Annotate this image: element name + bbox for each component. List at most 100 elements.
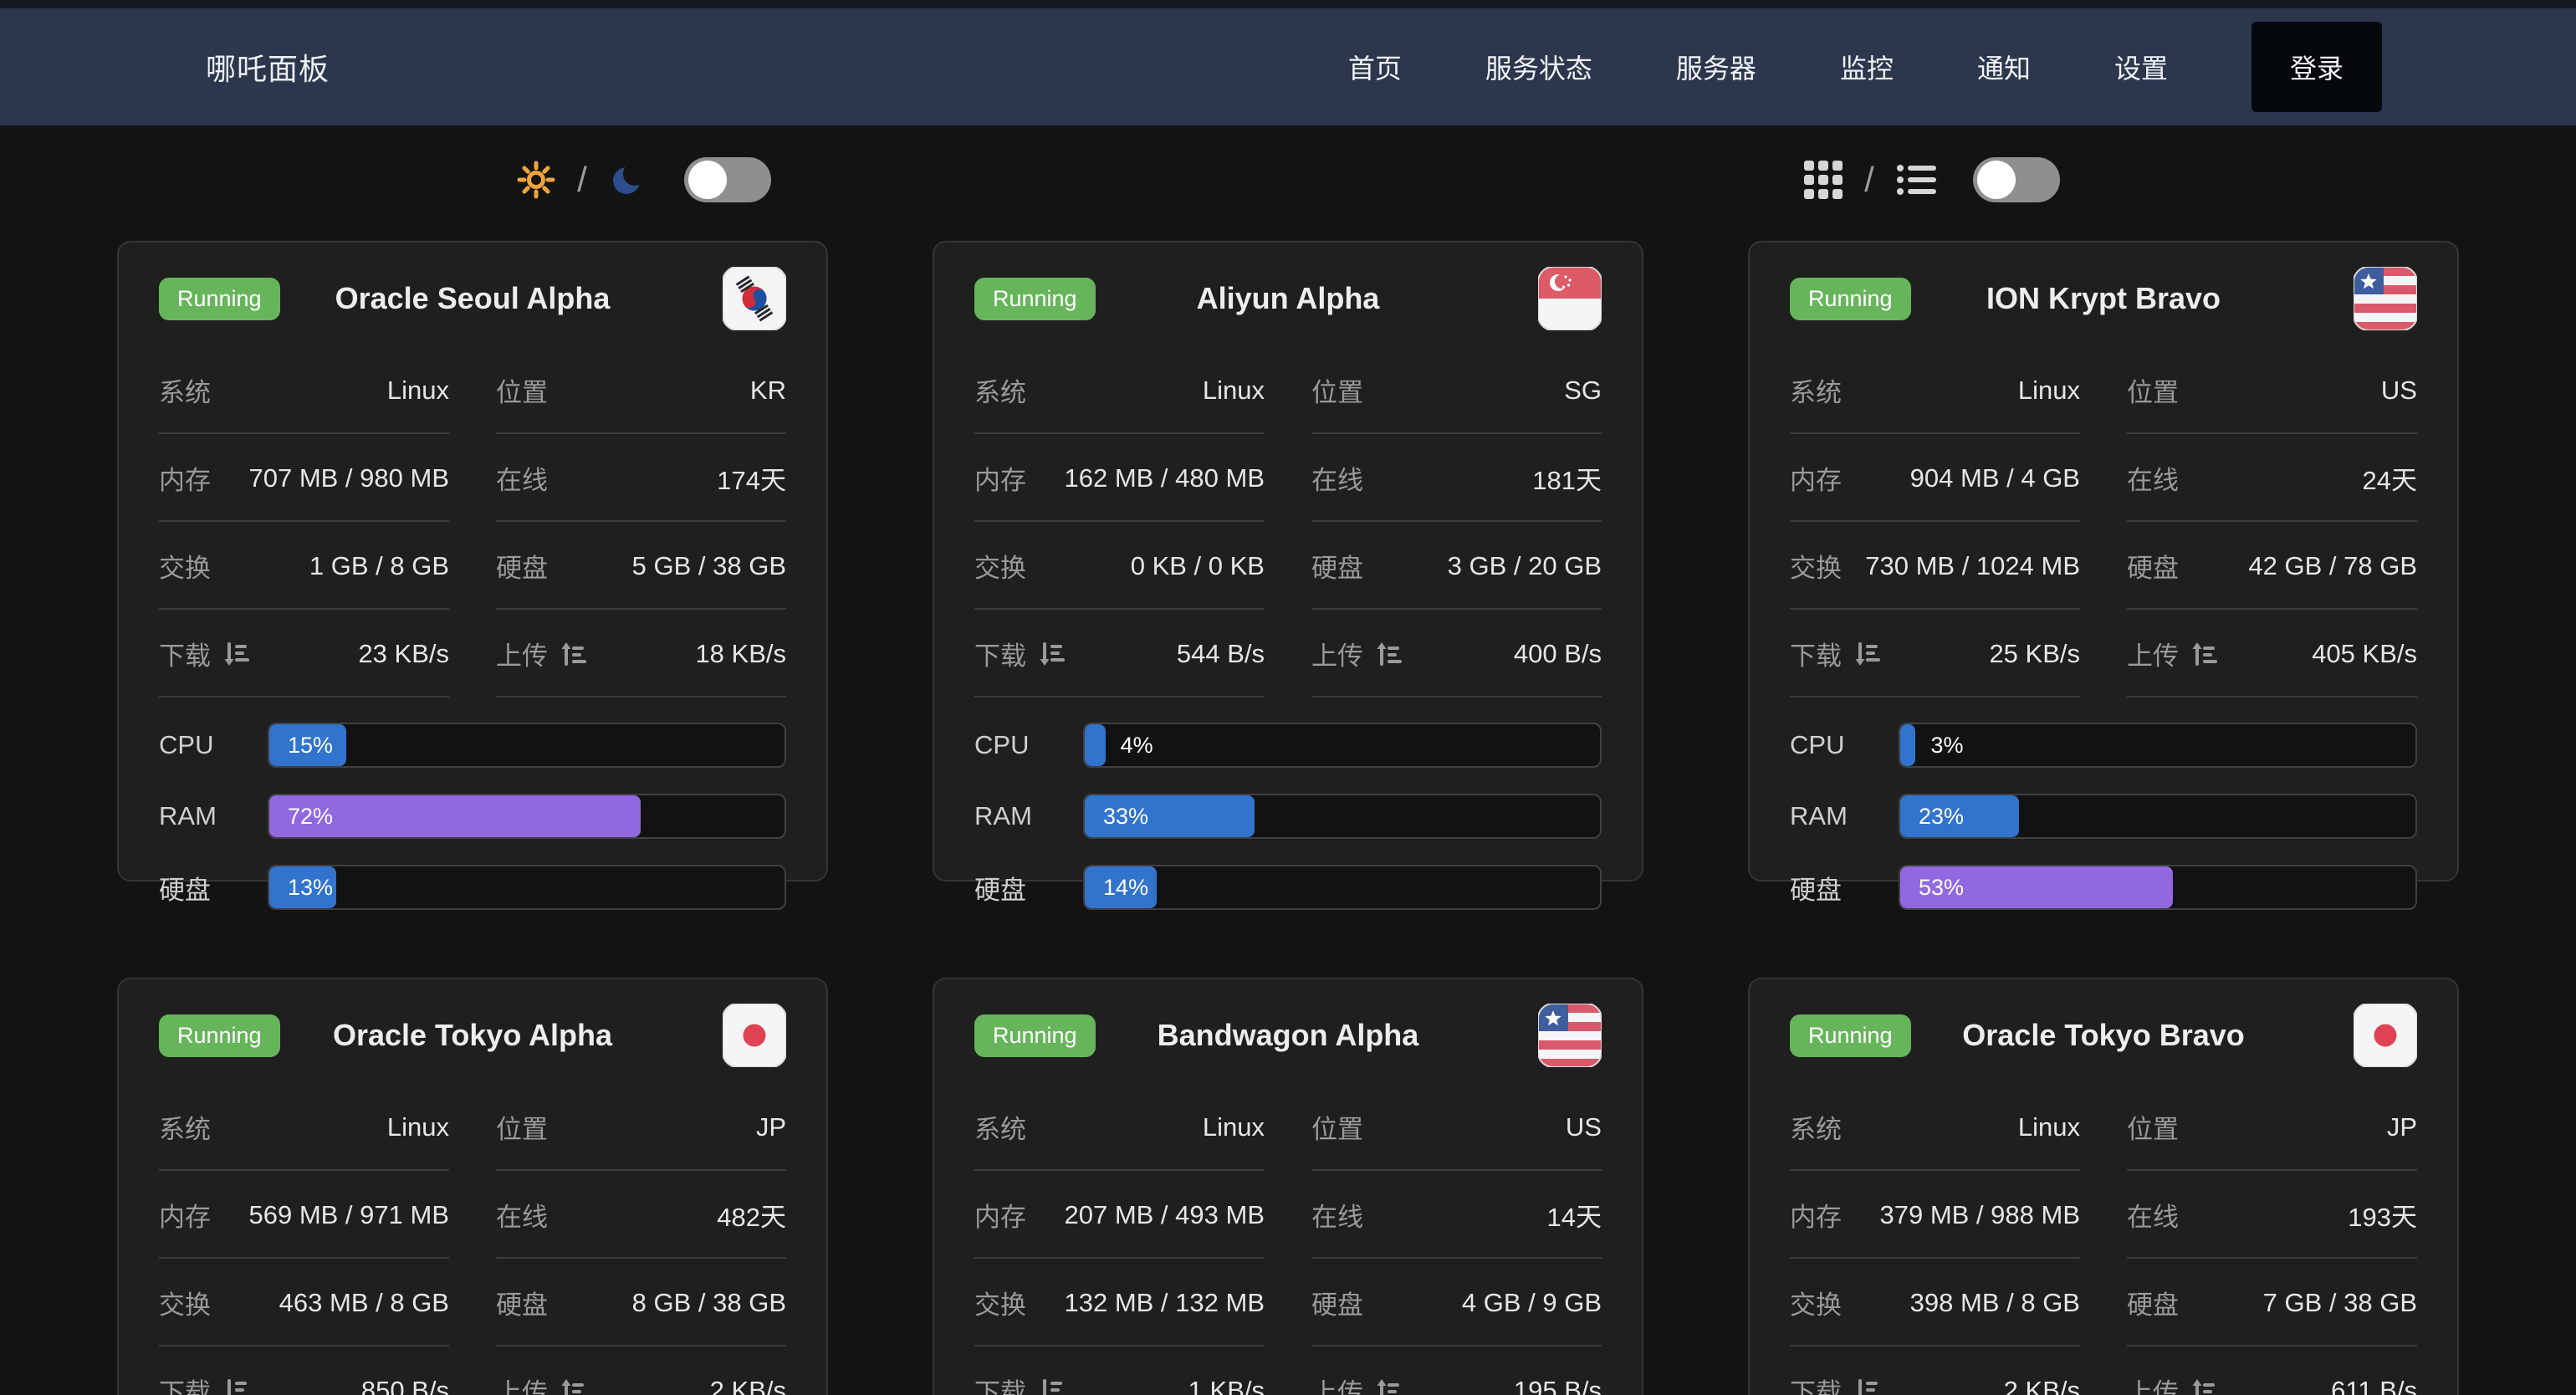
info-label: 硬盘 — [2127, 1284, 2179, 1321]
info-row-uptime: 在线 181天 — [1311, 434, 1602, 522]
info-row-disk: 硬盘 8 GB / 38 GB — [496, 1259, 786, 1346]
download-icon — [222, 1377, 249, 1395]
grid-view-icon — [1804, 161, 1843, 199]
status-badge: Running — [159, 1014, 280, 1057]
info-row-uptime: 在线 174天 — [496, 434, 786, 522]
progress-fill: 72% — [269, 795, 641, 837]
upload-icon — [560, 1377, 586, 1395]
login-button[interactable]: 登录 — [2251, 22, 2382, 112]
theme-switch[interactable] — [684, 157, 771, 202]
info-value: 398 MB / 8 GB — [1910, 1288, 2080, 1318]
info-row-memory: 内存 379 MB / 988 MB — [1790, 1171, 2080, 1259]
info-label: 内存 — [974, 459, 1026, 497]
info-value: 904 MB / 4 GB — [1910, 463, 2080, 493]
info-label: 系统 — [974, 371, 1026, 409]
net-row-download: 下载 544 B/s — [974, 610, 1265, 698]
info-row-swap: 交换 1 GB / 8 GB — [159, 522, 449, 610]
upload-icon — [2190, 640, 2217, 668]
info-grid: 系统 Linux 位置 JP 内存 569 MB / 971 MB 在线 482… — [159, 1083, 786, 1395]
info-value: 730 MB / 1024 MB — [1865, 551, 2080, 581]
progress-fill: 13% — [269, 866, 336, 908]
disk-bar-row: 硬盘 13% — [159, 865, 786, 910]
download-icon — [1038, 1377, 1065, 1395]
info-value: 5 GB / 38 GB — [632, 551, 786, 581]
info-label: 硬盘 — [496, 1284, 548, 1321]
info-label: 硬盘 — [1311, 547, 1363, 585]
brand-title[interactable]: 哪吒面板 — [206, 45, 330, 89]
info-label: 内存 — [1790, 459, 1842, 497]
country-flag-icon — [2354, 267, 2417, 330]
net-download-value: 850 B/s — [361, 1376, 449, 1395]
progress-track: 13% — [268, 865, 786, 910]
nav-item[interactable]: 服务器 — [1676, 48, 1756, 86]
status-badge: Running — [159, 278, 280, 320]
info-row-swap: 交换 730 MB / 1024 MB — [1790, 522, 2080, 610]
ram-bar-row: RAM 72% — [159, 794, 786, 839]
net-upload-label: 上传 — [1311, 635, 1363, 672]
info-label: 位置 — [1311, 371, 1363, 409]
info-row-memory: 内存 569 MB / 971 MB — [159, 1171, 449, 1259]
theme-switch-knob[interactable] — [688, 161, 727, 199]
theme-slash: / — [577, 160, 587, 200]
net-upload-label: 上传 — [2127, 1372, 2179, 1395]
info-row-memory: 内存 207 MB / 493 MB — [974, 1171, 1265, 1259]
info-row-uptime: 在线 14天 — [1311, 1171, 1602, 1259]
info-value: SG — [1564, 376, 1602, 406]
info-value: 132 MB / 132 MB — [1064, 1288, 1265, 1318]
info-row-uptime: 在线 482天 — [496, 1171, 786, 1259]
nav-item[interactable]: 服务状态 — [1485, 48, 1592, 86]
net-download-value: 544 B/s — [1177, 639, 1265, 669]
info-label: 硬盘 — [2127, 547, 2179, 585]
progress-track: 72% — [268, 794, 786, 839]
info-value: 174天 — [717, 459, 786, 497]
net-download-label: 下载 — [159, 1372, 211, 1395]
ram-bar-row: RAM 23% — [1790, 794, 2417, 839]
net-row-download: 下载 2 KB/s — [1790, 1346, 2080, 1395]
cpu-bar-row: CPU 4% — [974, 723, 1602, 768]
status-badge: Running — [1790, 1014, 1911, 1057]
info-grid: 系统 Linux 位置 US 内存 207 MB / 493 MB 在线 14天… — [974, 1083, 1602, 1395]
info-label: 在线 — [2127, 1196, 2179, 1234]
nav-item[interactable]: 设置 — [2114, 48, 2168, 86]
progress-fill — [1085, 724, 1106, 766]
progress-track: 4% — [1083, 723, 1602, 768]
net-upload-value: 18 KB/s — [695, 639, 786, 669]
nav-item[interactable]: 监控 — [1840, 48, 1894, 86]
view-toggle-group: / — [1288, 157, 2576, 202]
net-download-value: 2 KB/s — [2004, 1376, 2080, 1395]
server-card: Running ION Krypt Bravo 系统 Linux 位置 US 内… — [1748, 241, 2459, 881]
info-value: Linux — [1203, 376, 1265, 406]
view-switch[interactable] — [1973, 157, 2060, 202]
info-label: 位置 — [2127, 371, 2179, 409]
info-row-swap: 交换 0 KB / 0 KB — [974, 522, 1265, 610]
bar-label: 硬盘 — [974, 869, 1083, 907]
view-slash: / — [1864, 160, 1874, 200]
info-grid: 系统 Linux 位置 JP 内存 379 MB / 988 MB 在线 193… — [1790, 1083, 2417, 1395]
info-row-swap: 交换 132 MB / 132 MB — [974, 1259, 1265, 1346]
net-download-label: 下载 — [1790, 635, 1842, 672]
info-value: 42 GB / 78 GB — [2248, 551, 2417, 581]
net-upload-label: 上传 — [496, 1372, 548, 1395]
info-value: Linux — [2018, 1112, 2080, 1142]
status-badge: Running — [974, 278, 1096, 320]
info-row-location: 位置 JP — [2127, 1083, 2417, 1171]
info-row-location: 位置 JP — [496, 1083, 786, 1171]
net-upload-value: 400 B/s — [1514, 639, 1602, 669]
info-row-os: 系统 Linux — [159, 346, 449, 434]
net-download-label: 下载 — [974, 635, 1026, 672]
info-row-disk: 硬盘 7 GB / 38 GB — [2127, 1259, 2417, 1346]
info-grid: 系统 Linux 位置 KR 内存 707 MB / 980 MB 在线 174… — [159, 346, 786, 698]
net-download-value: 23 KB/s — [358, 639, 449, 669]
usage-bars: CPU 4% RAM 33% 硬盘 14% — [974, 723, 1602, 910]
moon-icon — [609, 161, 647, 199]
info-row-swap: 交换 463 MB / 8 GB — [159, 1259, 449, 1346]
info-label: 交换 — [159, 1284, 211, 1321]
info-value: 8 GB / 38 GB — [632, 1288, 786, 1318]
info-value: 4 GB / 9 GB — [1462, 1288, 1602, 1318]
list-view-icon — [1896, 163, 1936, 197]
bar-label: CPU — [974, 730, 1083, 760]
nav-item[interactable]: 首页 — [1348, 48, 1402, 86]
nav-item[interactable]: 通知 — [1977, 48, 2031, 86]
info-value: 3 GB / 20 GB — [1448, 551, 1602, 581]
view-switch-knob[interactable] — [1977, 161, 2016, 199]
